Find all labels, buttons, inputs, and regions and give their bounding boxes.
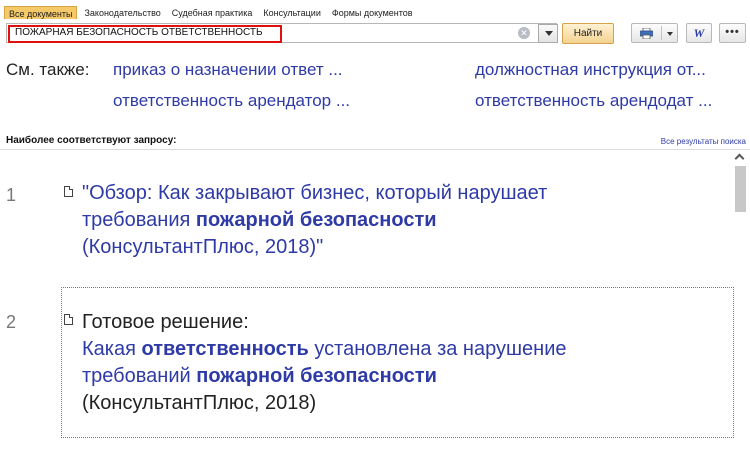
result-item[interactable]: Готовое решение: Какая ответственность у… — [82, 309, 567, 417]
result-keyword[interactable]: пожарной безопасности — [196, 365, 437, 387]
result-title-line[interactable]: (КонсультантПлюс, 2018)" — [82, 236, 323, 258]
more-button[interactable]: ••• — [719, 23, 746, 43]
clear-icon[interactable]: ✕ — [518, 27, 530, 39]
see-also-link[interactable]: ответственность арендодат ... — [475, 91, 712, 111]
result-number: 1 — [6, 185, 17, 205]
result-source: (КонсультантПлюс, 2018) — [82, 392, 317, 414]
export-word-button[interactable]: W — [686, 23, 712, 43]
see-also-link[interactable]: должностная инструкция от... — [475, 60, 706, 80]
all-results-link[interactable]: Все результаты поиска — [661, 137, 746, 146]
search-input[interactable]: ПОЖАРНАЯ БЕЗОПАСНОСТЬ ОТВЕТСТВЕННОСТЬ ✕ — [6, 23, 557, 43]
divider — [0, 149, 750, 150]
result-title-line[interactable]: установлена за нарушение — [309, 338, 566, 360]
find-button[interactable]: Найти — [562, 23, 614, 44]
search-query-text[interactable]: ПОЖАРНАЯ БЕЗОПАСНОСТЬ ОТВЕТСТВЕННОСТЬ — [15, 24, 263, 42]
result-item[interactable]: "Обзор: Как закрывают бизнес, который на… — [82, 180, 547, 261]
document-type-tabs: Все документы Законодательство Судебная … — [4, 6, 420, 20]
result-title-line[interactable]: требований — [82, 365, 196, 387]
tab-consultations[interactable]: Консультации — [259, 6, 325, 19]
chevron-down-icon[interactable] — [667, 32, 673, 36]
search-history-dropdown-button[interactable] — [538, 24, 558, 43]
result-title-line[interactable]: требования — [82, 209, 196, 231]
result-number: 2 — [6, 312, 17, 332]
toolbar-separator — [661, 26, 662, 40]
scrollbar-thumb[interactable] — [735, 166, 746, 212]
see-also-label: См. также: — [6, 60, 90, 79]
result-title-line[interactable]: Какая — [82, 338, 141, 360]
chevron-down-icon — [545, 31, 553, 36]
print-button[interactable] — [631, 23, 678, 43]
tab-all-documents[interactable]: Все документы — [4, 6, 78, 19]
tab-document-forms[interactable]: Формы документов — [328, 6, 417, 19]
result-keyword[interactable]: пожарной безопасности — [196, 209, 437, 231]
tab-legislation[interactable]: Законодательство — [80, 6, 164, 19]
document-icon — [64, 186, 73, 197]
scroll-up-arrow[interactable] — [733, 152, 747, 164]
word-icon: W — [693, 26, 705, 40]
more-icon: ••• — [725, 26, 740, 38]
best-matches-title: Наиболее соответствуют запросу: — [6, 135, 177, 146]
result-keyword[interactable]: ответственность — [141, 338, 308, 360]
document-icon — [64, 314, 73, 325]
tab-court-practice[interactable]: Судебная практика — [168, 6, 257, 19]
see-also-link[interactable]: приказ о назначении ответ ... — [113, 60, 343, 80]
see-also-link[interactable]: ответственность арендатор ... — [113, 91, 350, 111]
result-title-line[interactable]: "Обзор: Как закрывают бизнес, который на… — [82, 182, 547, 204]
result-category: Готовое решение: — [82, 311, 249, 333]
printer-icon — [640, 28, 653, 39]
